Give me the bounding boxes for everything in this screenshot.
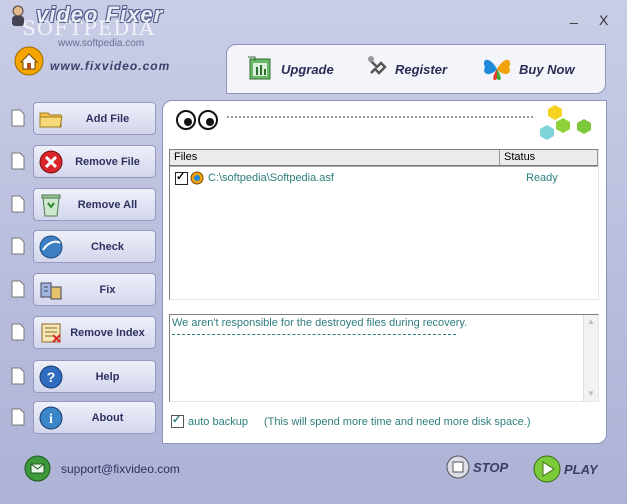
fix-button[interactable]: Fix (33, 273, 156, 306)
title-bar: video Fixer SOFTPEDIA www.softpedia.com … (0, 0, 627, 49)
stop-icon (446, 455, 470, 479)
recycle-bin-icon (41, 194, 61, 216)
svg-text:?: ? (47, 369, 56, 385)
watermark-logo: SOFTPEDIA (22, 16, 155, 40)
minimize-button[interactable]: _ (570, 8, 578, 24)
auto-backup-note: (This will spend more time and need more… (263, 415, 531, 428)
about-label: About (91, 411, 124, 424)
document-icon (11, 367, 25, 385)
stop-label: STOP (473, 459, 509, 475)
document-icon (11, 152, 25, 170)
watermark-url: www.softpedia.com (58, 38, 145, 49)
document-icon (11, 237, 25, 255)
buy-now-label: Buy Now (519, 61, 575, 77)
play-button[interactable]: PLAY (533, 455, 598, 483)
app-window: video Fixer SOFTPEDIA www.softpedia.com … (0, 0, 627, 504)
file-status: Ready (526, 172, 558, 184)
log-message: We aren't responsible for the destroyed … (172, 317, 468, 329)
document-icon (11, 408, 25, 426)
eyes-icon (176, 110, 218, 130)
remove-index-button[interactable]: Remove Index (33, 316, 156, 349)
check-button[interactable]: Check (33, 230, 156, 263)
website-link[interactable]: www.fixvideo.com (50, 59, 170, 73)
document-icon (11, 195, 25, 213)
register-label: Register (395, 61, 448, 77)
scroll-up-icon[interactable]: ▲ (584, 315, 598, 329)
check-icon (39, 235, 63, 258)
log-textarea[interactable]: We aren't responsible for the destroyed … (169, 314, 599, 402)
table-row[interactable]: C:\softpedia\Softpedia.asf Ready (170, 169, 598, 187)
upgrade-button[interactable]: Upgrade (245, 53, 334, 85)
remove-all-label: Remove All (77, 198, 138, 211)
media-file-icon (190, 171, 204, 185)
files-list-header: Files Status (170, 150, 598, 167)
home-icon[interactable] (14, 46, 44, 76)
register-button[interactable]: Register (365, 53, 447, 85)
buy-now-button[interactable]: Buy Now (479, 53, 575, 85)
document-icon (11, 280, 25, 298)
document-icon (11, 109, 25, 127)
column-header-status[interactable]: Status (500, 150, 598, 166)
play-label: PLAY (564, 461, 598, 477)
help-label: Help (95, 370, 120, 383)
help-icon: ? (39, 365, 63, 388)
support-email-link[interactable]: support@fixvideo.com (61, 462, 180, 476)
remove-icon (39, 150, 63, 173)
scroll-down-icon[interactable]: ▼ (584, 387, 598, 401)
butterfly-icon (483, 59, 511, 81)
folder-icon (39, 112, 63, 127)
auto-backup-label: auto backup (188, 415, 248, 428)
svg-text:i: i (49, 412, 53, 427)
column-header-files[interactable]: Files (170, 150, 500, 166)
check-label: Check (90, 240, 125, 253)
hexagons-icon (540, 105, 591, 140)
fix-label: Fix (99, 283, 116, 296)
add-file-label: Add File (85, 112, 130, 125)
about-icon: i (39, 406, 63, 429)
auto-backup-checkbox[interactable] (171, 413, 184, 428)
remove-index-icon (41, 323, 61, 343)
log-scrollbar[interactable]: ▲ ▼ (583, 315, 598, 401)
auto-backup-option[interactable]: auto backup (This will spend more time a… (171, 413, 531, 428)
play-icon (533, 455, 561, 483)
about-button[interactable]: i About (33, 401, 156, 434)
fix-icon (40, 282, 62, 299)
close-button[interactable]: X (599, 12, 608, 28)
help-button[interactable]: ? Help (33, 360, 156, 393)
file-checkbox[interactable] (175, 170, 188, 185)
remove-all-button[interactable]: Remove All (33, 188, 156, 221)
file-path: C:\softpedia\Softpedia.asf (208, 172, 334, 184)
mail-icon[interactable] (24, 455, 51, 482)
remove-file-label: Remove File (75, 155, 140, 168)
add-file-button[interactable]: Add File (33, 102, 156, 135)
remove-index-label: Remove Index (70, 326, 145, 339)
stop-button[interactable]: STOP (446, 455, 508, 479)
upgrade-label: Upgrade (281, 61, 334, 77)
upgrade-icon (248, 56, 271, 80)
document-icon (11, 323, 25, 341)
main-panel: Files Status C:\softpedia\Softpedia.asf … (162, 100, 607, 444)
dotted-separator (227, 116, 533, 118)
log-dashed-line (172, 334, 456, 335)
remove-file-button[interactable]: Remove File (33, 145, 156, 178)
top-toolbar: Upgrade Register Buy Now (226, 44, 606, 94)
key-icon (368, 56, 387, 75)
files-list[interactable]: Files Status C:\softpedia\Softpedia.asf … (169, 149, 599, 300)
